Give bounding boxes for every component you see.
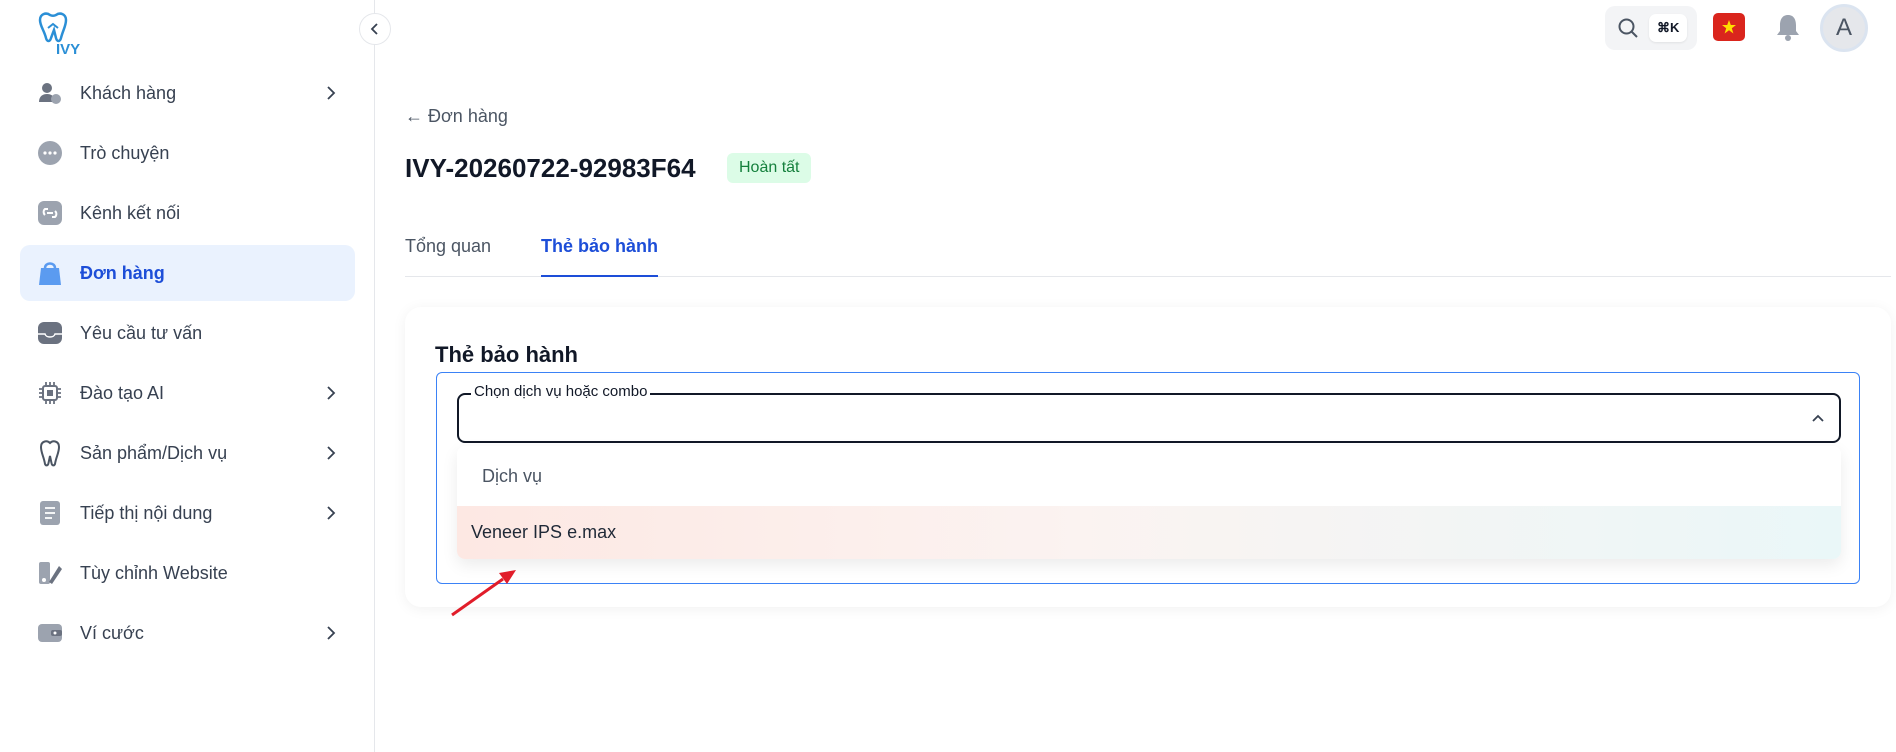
notification-bell-icon[interactable] <box>1773 11 1803 43</box>
user-avatar[interactable]: A <box>1820 4 1868 52</box>
brush-icon <box>36 559 64 587</box>
sidebar-item-2[interactable]: Kênh kết nối <box>20 185 355 241</box>
search-button[interactable]: ⌘K <box>1605 6 1697 50</box>
chevron-right-icon <box>327 386 336 400</box>
sidebar-item-9[interactable]: Ví cước <box>20 605 355 661</box>
tab-overview[interactable]: Tổng quan <box>405 236 491 277</box>
chevron-right-icon <box>327 626 336 640</box>
vietnam-flag-icon[interactable] <box>1713 13 1745 41</box>
sidebar-item-label: Khách hàng <box>80 82 177 103</box>
select-label: Chọn dịch vụ hoặc combo <box>471 383 651 400</box>
chevron-left-icon <box>370 23 378 35</box>
sidebar-item-8[interactable]: Tùy chỉnh Website <box>20 545 355 601</box>
dropdown-option[interactable]: Veneer IPS e.max <box>457 506 1841 559</box>
sidebar-item-label: Tùy chỉnh Website <box>80 562 228 583</box>
sidebar-item-1[interactable]: Trò chuyện <box>20 125 355 181</box>
sidebar-nav: Khách hàng Trò chuyện Kênh kết nối Đơn hàng… <box>20 65 355 665</box>
sidebar: IVY Khách hàng Trò chuyện Kênh kết nối Đơn … <box>0 0 375 752</box>
chat-icon <box>36 139 64 167</box>
tooth-icon <box>36 439 64 467</box>
shopping-bag-icon <box>36 259 64 287</box>
wallet-icon <box>36 619 64 647</box>
status-badge: Hoàn tất <box>727 153 812 183</box>
users-icon <box>36 79 64 107</box>
sidebar-item-label: Ví cước <box>80 622 144 643</box>
app-root: IVY Khách hàng Trò chuyện Kênh kết nối Đơn … <box>0 0 1896 752</box>
annotation-arrow-icon <box>451 570 516 617</box>
dropdown-group-header: Dịch vụ <box>457 446 1841 506</box>
service-combo-select[interactable]: Chọn dịch vụ hoặc combo <box>457 383 1841 443</box>
tab-warranty-card[interactable]: Thẻ bảo hành <box>541 236 658 277</box>
sidebar-item-label: Trò chuyện <box>80 142 170 163</box>
search-shortcut-badge: ⌘K <box>1649 14 1688 42</box>
link-icon <box>36 199 64 227</box>
chevron-up-icon[interactable] <box>1809 409 1827 427</box>
service-select-frame: Chọn dịch vụ hoặc combo Dịch vụ Veneer I… <box>436 372 1860 584</box>
sidebar-item-label: Tiếp thị nội dung <box>80 502 213 523</box>
search-icon <box>1618 18 1638 38</box>
sidebar-item-label: Yêu cầu tư vấn <box>80 322 203 343</box>
back-to-orders-link[interactable]: ← Đơn hàng <box>405 106 508 127</box>
collapse-sidebar-button[interactable] <box>359 13 391 45</box>
sidebar-item-5[interactable]: Đào tạo AI <box>20 365 355 421</box>
chevron-right-icon <box>327 446 336 460</box>
sidebar-item-7[interactable]: Tiếp thị nội dung <box>20 485 355 541</box>
document-icon <box>36 499 64 527</box>
sidebar-item-3[interactable]: Đơn hàng <box>20 245 355 301</box>
chevron-right-icon <box>327 506 336 520</box>
tab-bar: Tổng quan Thẻ bảo hành <box>405 226 1891 277</box>
chip-icon <box>36 379 64 407</box>
sidebar-item-6[interactable]: Sản phẩm/Dịch vụ <box>20 425 355 481</box>
inbox-icon <box>36 319 64 347</box>
sidebar-item-label: Sản phẩm/Dịch vụ <box>80 442 228 463</box>
logo-text: IVY <box>56 41 80 56</box>
ivy-logo[interactable]: IVY <box>34 10 94 58</box>
sidebar-item-label: Đào tạo AI <box>80 382 165 403</box>
chevron-right-icon <box>327 86 336 100</box>
sidebar-item-label: Đơn hàng <box>80 262 165 283</box>
page-title: IVY-20260722-92983F64 <box>405 153 696 183</box>
sidebar-item-4[interactable]: Yêu cầu tư vấn <box>20 305 355 361</box>
warranty-card-panel: Thẻ bảo hành Chọn dịch vụ hoặc combo Dịc… <box>405 307 1891 607</box>
sidebar-item-label: Kênh kết nối <box>80 202 181 223</box>
sidebar-item-0[interactable]: Khách hàng <box>20 65 355 121</box>
card-title: Thẻ bảo hành <box>435 342 578 367</box>
select-dropdown: Dịch vụ Veneer IPS e.max <box>457 446 1841 559</box>
